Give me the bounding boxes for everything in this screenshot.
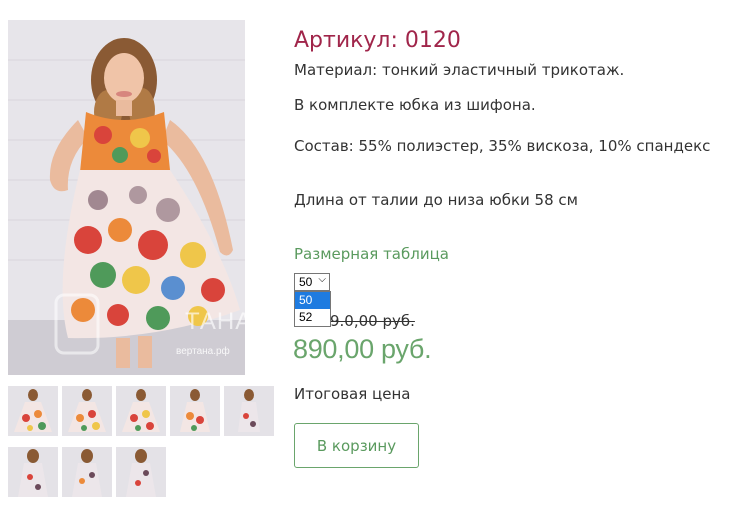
old-price: 9.0,00 руб. [330, 312, 415, 330]
current-price: 890,00 руб. [293, 334, 432, 364]
gallery-thumbnail-6[interactable] [8, 447, 58, 497]
gallery-thumbnail-1[interactable] [8, 386, 58, 436]
add-to-cart-button[interactable]: В корзину [294, 423, 419, 468]
size-select[interactable]: 50 ⌵ [294, 273, 330, 291]
size-dropdown-list[interactable]: 50 52 [294, 291, 331, 327]
size-option-50[interactable]: 50 [295, 292, 330, 309]
gallery-thumbnail-3[interactable] [116, 386, 166, 436]
size-option-52[interactable]: 52 [295, 309, 330, 326]
watermark-site: вертана.рф [176, 346, 230, 357]
product-sku: Артикул: 0120 [294, 28, 461, 53]
size-select-value: 50 [299, 275, 313, 289]
final-price-label: Итоговая цена [294, 385, 411, 403]
main-product-image[interactable]: ТАНА вертана.рф [8, 20, 245, 375]
gallery-thumbnail-2[interactable] [62, 386, 112, 436]
gallery-thumbnail-7[interactable] [62, 447, 112, 497]
add-to-cart-label: В корзину [316, 436, 397, 455]
gallery-thumbnail-8[interactable] [116, 447, 166, 497]
product-set-note: В комплекте юбка из шифона. [294, 96, 536, 114]
size-chart-link[interactable]: Размерная таблица [294, 245, 449, 263]
gallery-thumbnail-4[interactable] [170, 386, 220, 436]
watermark-brand: ТАНА [185, 308, 245, 335]
gallery-thumbnail-5[interactable] [224, 386, 274, 436]
product-length: Длина от талии до низа юбки 58 см [294, 191, 578, 209]
chevron-down-icon: ⌵ [318, 274, 326, 285]
product-composition: Состав: 55% полиэстер, 35% вискоза, 10% … [294, 137, 711, 155]
product-material: Материал: тонкий эластичный трикотаж. [294, 61, 625, 79]
